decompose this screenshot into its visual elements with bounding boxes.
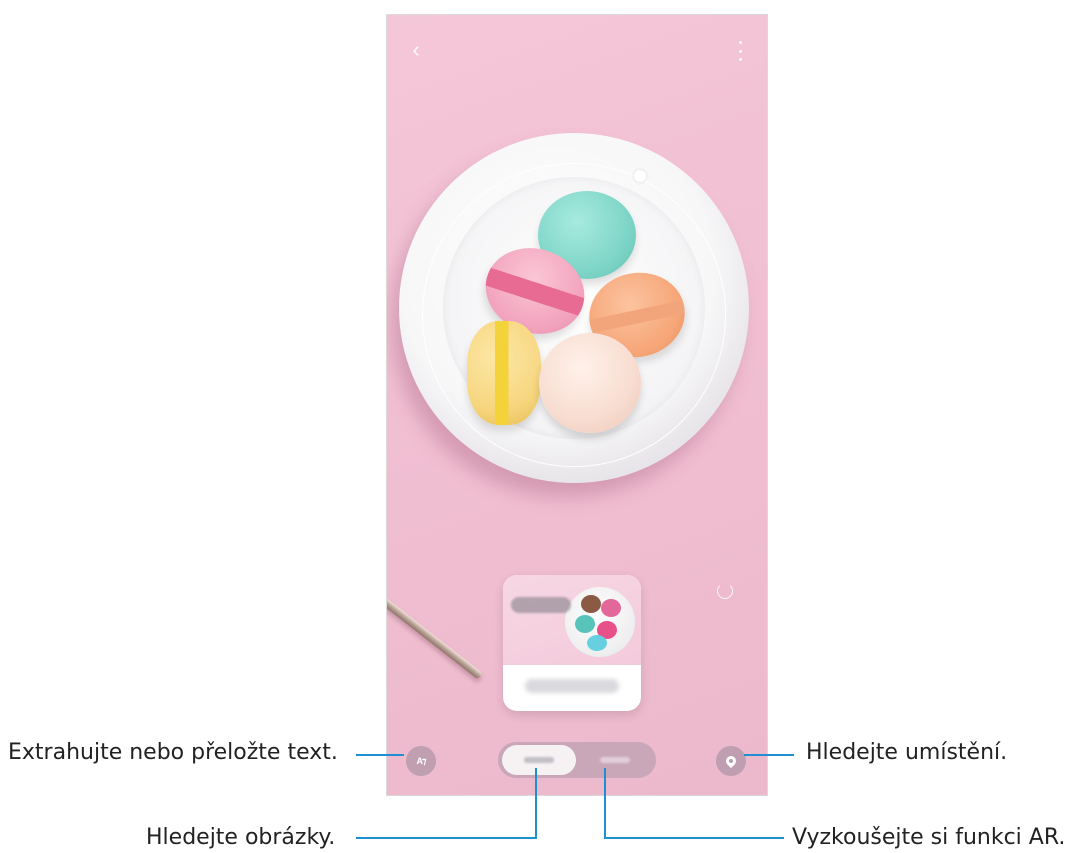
translate-icon: A⁊ xyxy=(416,755,427,766)
mode-ar-button[interactable] xyxy=(578,745,652,775)
result-thumbnail xyxy=(503,575,641,665)
location-pin-icon xyxy=(723,753,739,769)
back-icon[interactable]: ‹ xyxy=(405,39,427,61)
phone-screen: ‹ A⁊ xyxy=(386,14,768,796)
result-chip xyxy=(511,597,571,613)
callout-search-location: Hledejte umístění. xyxy=(806,740,1008,765)
focus-dot xyxy=(634,170,646,182)
callout-line-ar-h xyxy=(604,837,784,839)
mode-selector xyxy=(498,742,656,778)
callout-line-extract xyxy=(356,754,404,756)
callout-line-images-v xyxy=(535,768,537,839)
refresh-icon[interactable] xyxy=(717,583,733,599)
result-caption xyxy=(525,679,619,693)
callout-line-ar-v xyxy=(604,768,606,839)
translate-button[interactable]: A⁊ xyxy=(406,746,436,776)
callout-search-images: Hledejte obrázky. xyxy=(146,825,336,850)
callout-line-location xyxy=(744,754,794,756)
callout-extract-text: Extrahujte nebo přeložte text. xyxy=(8,740,338,765)
callout-line-images-h xyxy=(356,837,536,839)
fork-handle xyxy=(387,575,484,680)
more-options-icon[interactable] xyxy=(735,41,745,61)
stage: ‹ A⁊ Extrahujte nebo přeložte text. Hled… xyxy=(0,0,1086,853)
search-result-card[interactable] xyxy=(503,575,641,711)
callout-try-ar: Vyzkoušejte si funkci AR. xyxy=(792,825,1066,850)
focus-ring xyxy=(422,163,726,467)
location-button[interactable] xyxy=(716,746,746,776)
mode-images-button[interactable] xyxy=(502,745,576,775)
